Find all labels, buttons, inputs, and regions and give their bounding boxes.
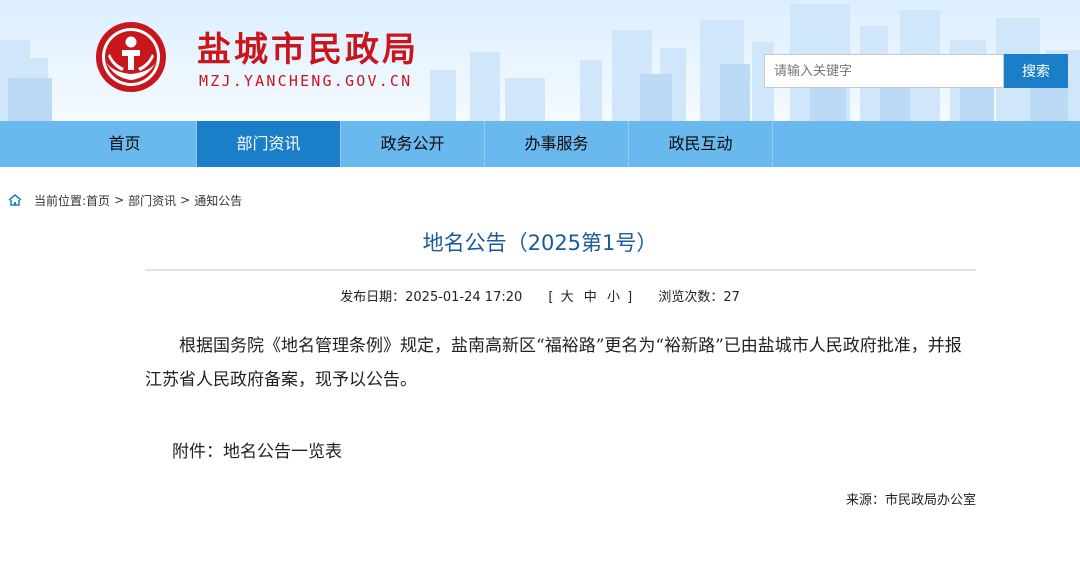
site-domain: MZJ.YANCHENG.GOV.CN [199,72,413,90]
font-size-large-button[interactable]: 大 [561,286,574,305]
font-size-control: [ 大 中 小 ] [548,286,632,305]
title-divider [145,269,976,271]
article-body: 根据国务院《地名管理条例》规定，盐南高新区“福裕路”更名为“裕新路”已由盐城市人… [145,336,962,390]
nav-item-home[interactable]: 首页 [53,121,197,167]
search-button[interactable]: 搜索 [1004,54,1068,88]
main-nav: 首页 部门资讯 政务公开 办事服务 政民互动 [0,121,1080,167]
attachment-link[interactable]: 地名公告一览表 [223,442,342,462]
breadcrumb-separator: > [180,193,191,207]
breadcrumb: 当前位置: 首页 > 部门资讯 > 通知公告 [8,191,242,209]
site-title: 盐城市民政局 [197,30,419,70]
nav-item-department-news[interactable]: 部门资讯 [197,121,341,167]
breadcrumb-separator: > [114,193,125,207]
home-icon [8,194,22,206]
site-header: 盐城市民政局 MZJ.YANCHENG.GOV.CN 搜索 [0,0,1080,121]
source-value: 市民政局办公室 [884,493,976,508]
attachment: 附件：地名公告一览表 [172,437,342,462]
publish-date: 2025-01-24 17:20 [405,290,523,305]
publish-date-label: 发布日期： [340,290,406,305]
attachment-label: 附件： [172,442,223,462]
nav-item-government-affairs[interactable]: 政务公开 [341,121,485,167]
font-size-bracket-close: ] [627,290,633,305]
view-count: 27 [723,290,740,305]
font-size-medium-button[interactable]: 中 [584,286,597,305]
breadcrumb-prefix: 当前位置: [34,193,87,208]
site-logo-icon[interactable] [94,20,168,94]
nav-item-services[interactable]: 办事服务 [485,121,629,167]
font-size-small-button[interactable]: 小 [607,286,620,305]
article-meta: 发布日期：2025-01-24 17:20 [ 大 中 小 ] 浏览次数：27 [0,286,1080,305]
search-input[interactable] [764,54,1004,88]
font-size-bracket-open: [ [548,290,554,305]
breadcrumb-item-notices[interactable]: 通知公告 [194,192,242,209]
view-count-label: 浏览次数： [658,290,724,305]
breadcrumb-item-home[interactable]: 首页 [86,192,110,209]
nav-item-interaction[interactable]: 政民互动 [629,121,773,167]
article-source: 来源：市民政局办公室 [846,489,976,508]
article-title: 地名公告（2025第1号） [422,231,658,255]
source-label: 来源： [845,493,885,508]
breadcrumb-item-department-news[interactable]: 部门资讯 [128,192,176,209]
